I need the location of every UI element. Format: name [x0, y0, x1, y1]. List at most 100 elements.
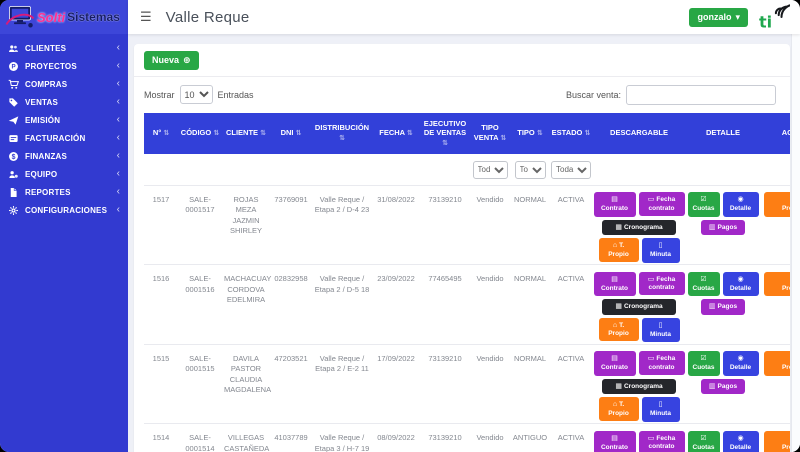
fecha-contrato-button[interactable]: ▭ Fecha contrato: [638, 351, 685, 375]
pagos-button[interactable]: ▥ Pagos: [701, 299, 745, 315]
show-label: Mostrar: [144, 89, 175, 100]
cell-fecha: 23/09/2022: [377, 274, 415, 284]
detalle-icon: ◉: [737, 196, 744, 204]
search-input[interactable]: [626, 84, 776, 105]
sidebar-item-equipo[interactable]: EQUIPO ‹: [0, 165, 128, 183]
promesas-button[interactable]: ♥Promesas: [763, 430, 790, 452]
cell-estado: ACTIVA: [557, 433, 585, 443]
cell-tipo-venta: Vendido: [476, 353, 504, 363]
cell-n: 1517: [152, 194, 170, 204]
col-header-n[interactable]: N° ⇅: [144, 112, 178, 155]
sort-icon: ⇅: [163, 130, 170, 138]
filter-select-tipo-venta[interactable]: Tod: [472, 160, 508, 179]
titulo-propio-button[interactable]: ⌂ T. Propio: [598, 238, 639, 262]
minuta-icon: ▯: [658, 242, 663, 250]
promesas-button[interactable]: ♥Promesas: [763, 351, 790, 376]
col-header-fecha[interactable]: FECHA ⇅: [372, 112, 420, 155]
page-scrollbar[interactable]: [791, 34, 800, 452]
contrato-button[interactable]: ▤ Contrato: [593, 430, 636, 452]
minuta-button[interactable]: ▯ Minuta: [641, 317, 680, 343]
menu-toggle-icon[interactable]: ☰: [140, 9, 152, 25]
cell-acciones: ♥Promesas: [760, 344, 790, 424]
filter-select-estado[interactable]: Toda: [551, 160, 591, 179]
cell-tipo-venta: Vendido: [476, 194, 504, 204]
sidebar-item-facturacion[interactable]: FACTURACIÓN ‹: [0, 129, 128, 147]
col-header-estado[interactable]: ESTADO ⇅: [550, 112, 592, 155]
filter-select-tipo[interactable]: To: [514, 160, 546, 179]
cell-codigo: SALE-0001517: [185, 194, 215, 215]
filter-cell-codigo: [178, 154, 222, 186]
brand-logo[interactable]: Solti Sistemas: [0, 0, 128, 34]
cuotas-button[interactable]: ☑ Cuotas: [687, 271, 720, 297]
promesas-button[interactable]: ♥Promesas: [763, 192, 790, 217]
sales-card: Nueva ⊕ Mostrar 10 Entradas Buscar venta…: [134, 44, 790, 452]
col-header-ejecutivo-de-ventas[interactable]: EJECUTIVO DE VENTAS ⇅: [420, 112, 470, 155]
sidebar-item-proyectos[interactable]: P PROYECTOS ‹: [0, 57, 128, 75]
cronograma-button[interactable]: ▦ Cronograma: [602, 378, 676, 395]
cuotas-button[interactable]: ☑ Cuotas: [687, 430, 720, 452]
cuotas-button[interactable]: ☑ Cuotas: [687, 351, 720, 376]
cell-acciones: ♥Promesas: [760, 265, 790, 345]
fecha-contrato-button[interactable]: ▭ Fecha contrato: [638, 430, 685, 452]
cell-ejecutivo: 73139210: [428, 433, 462, 443]
new-sale-button[interactable]: Nueva ⊕: [144, 50, 199, 70]
detalle-button[interactable]: ◉ Detalle: [722, 192, 759, 217]
sidebar-item-configuraciones[interactable]: CONFIGURACIONES ‹: [0, 201, 128, 219]
sidebar-item-compras[interactable]: COMPRAS ‹: [0, 75, 128, 93]
fecha-contrato-button[interactable]: ▭ Fecha contrato: [638, 271, 685, 296]
sidebar-item-emision[interactable]: EMISIÓN ‹: [0, 111, 128, 129]
filter-cell-tipo: To: [510, 154, 550, 186]
cell-descargable: ▤Contrato▭Fecha contrato ▦Cronograma ⌂T. P…: [592, 265, 686, 345]
minuta-button[interactable]: ▯ Minuta: [641, 397, 680, 422]
sidebar-item-reportes[interactable]: REPORTES ‹: [0, 183, 128, 201]
contrato-button[interactable]: ▤ Contrato: [593, 271, 636, 297]
titulo-propio-button[interactable]: ⌂ T. Propio: [598, 397, 639, 421]
col-header-tipo[interactable]: TIPO ⇅: [510, 112, 550, 155]
detalle-button[interactable]: ◉ Detalle: [722, 430, 759, 452]
chevron-icon: ‹: [116, 150, 120, 161]
cuotas-icon: ☑: [700, 434, 707, 442]
t-propio-icon: ⌂: [612, 401, 618, 409]
col-header-distribucion[interactable]: DISTRIBUCIÓN ⇅: [312, 112, 372, 155]
fecha-contrato-icon: ▭: [647, 275, 655, 283]
sort-icon: ⇅: [406, 130, 413, 138]
user-menu-button[interactable]: gonzalo ▾: [689, 7, 748, 27]
app-window: Solti Sistemas CLIENTES ‹ P PROYECTOS ‹ COMPR…: [0, 0, 800, 452]
col-header-tipo-venta[interactable]: TIPO VENTA ⇅: [470, 112, 510, 155]
fecha-contrato-button[interactable]: ▭ Fecha contrato: [638, 192, 685, 216]
contrato-icon: ▤: [611, 355, 618, 363]
contrato-button[interactable]: ▤ Contrato: [593, 351, 636, 376]
minuta-button[interactable]: ▯ Minuta: [641, 238, 680, 263]
sidebar-item-ventas[interactable]: VENTAS ‹: [0, 93, 128, 111]
pagos-button[interactable]: ▥ Pagos: [701, 219, 745, 236]
sidebar-item-clientes[interactable]: CLIENTES ‹: [0, 39, 128, 57]
contrato-button[interactable]: ▤ Contrato: [593, 192, 636, 217]
cell-ejecutivo: 73139210: [428, 353, 462, 363]
cell-detalle: ☑Cuotas◉Detalle ▥Pagos: [686, 265, 760, 345]
send-icon: [8, 115, 19, 126]
col-header-cliente[interactable]: CLIENTE ⇅: [222, 112, 270, 155]
pagos-icon: ▥: [708, 223, 716, 231]
cell-estado: ACTIVA: [557, 194, 585, 204]
chevron-icon: ‹: [116, 96, 120, 107]
entries-select[interactable]: 10: [179, 85, 213, 104]
filter-cell-acciones: [760, 154, 790, 186]
col-header-dni[interactable]: DNI ⇅: [270, 112, 312, 155]
col-header-codigo[interactable]: CÓDIGO ⇅: [178, 112, 222, 155]
cronograma-button[interactable]: ▦ Cronograma: [602, 299, 676, 315]
cell-cliente: MACHACUAY CORDOVA EDELMIRA: [224, 274, 272, 305]
sidebar-item-finanzas[interactable]: $ FINANZAS ‹: [0, 147, 128, 165]
detalle-button[interactable]: ◉ Detalle: [722, 271, 759, 297]
detalle-icon: ◉: [737, 355, 744, 363]
detalle-button[interactable]: ◉ Detalle: [722, 351, 759, 376]
fecha-contrato-icon: ▭: [647, 434, 655, 442]
cell-tipo-venta: Vendido: [476, 274, 504, 284]
cuotas-icon: ☑: [700, 196, 707, 204]
titulo-propio-button[interactable]: ⌂ T. Propio: [598, 317, 639, 342]
chevron-icon: ‹: [116, 168, 120, 179]
filter-cell-descargable: [592, 154, 686, 186]
pagos-button[interactable]: ▥ Pagos: [701, 378, 745, 395]
cronograma-button[interactable]: ▦ Cronograma: [602, 219, 676, 236]
promesas-button[interactable]: ♥Promesas: [763, 271, 790, 297]
cuotas-button[interactable]: ☑ Cuotas: [687, 192, 720, 217]
